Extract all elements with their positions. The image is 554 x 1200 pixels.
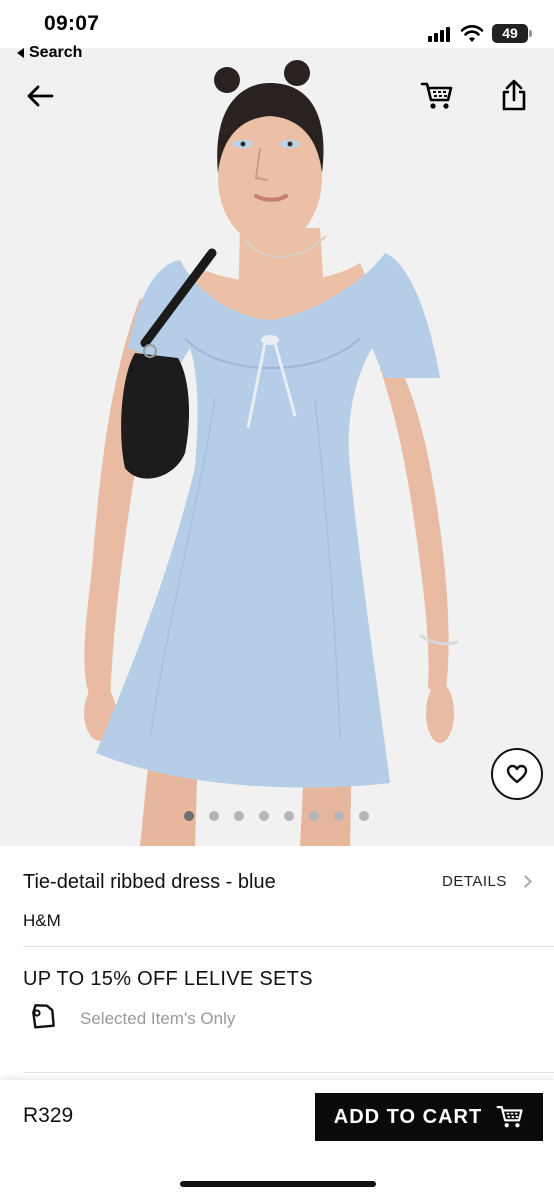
back-triangle-icon bbox=[17, 48, 24, 58]
add-to-cart-button[interactable]: ADD TO CART bbox=[315, 1093, 543, 1141]
product-price: R329 bbox=[23, 1104, 74, 1127]
carousel-dot[interactable] bbox=[184, 811, 194, 821]
share-button[interactable] bbox=[494, 74, 534, 116]
carousel-dot[interactable] bbox=[309, 811, 319, 821]
back-button[interactable] bbox=[20, 76, 60, 116]
product-image-carousel[interactable] bbox=[0, 48, 554, 846]
share-icon bbox=[502, 79, 526, 111]
back-app-label: Search bbox=[29, 44, 83, 61]
carousel-dot[interactable] bbox=[259, 811, 269, 821]
battery-indicator: 49 bbox=[492, 24, 532, 43]
carousel-dot[interactable] bbox=[334, 811, 344, 821]
details-label: DETAILS bbox=[442, 873, 507, 890]
price-tag-icon bbox=[32, 1004, 55, 1029]
home-indicator[interactable] bbox=[180, 1181, 376, 1187]
carousel-dot[interactable] bbox=[284, 811, 294, 821]
cart-icon bbox=[420, 82, 453, 109]
cellular-signal-icon bbox=[428, 26, 450, 42]
heart-icon bbox=[506, 764, 528, 784]
divider bbox=[23, 946, 554, 947]
status-time: 09:07 bbox=[44, 12, 100, 35]
promo-title: UP TO 15% OFF LELIVE SETS bbox=[23, 968, 313, 990]
chevron-right-icon bbox=[519, 875, 532, 888]
carousel-dot[interactable] bbox=[209, 811, 219, 821]
promo-subtitle: Selected Item's Only bbox=[80, 1009, 236, 1028]
divider bbox=[23, 1072, 554, 1073]
cart-button[interactable] bbox=[416, 76, 458, 116]
back-to-search-link[interactable]: Search bbox=[17, 44, 82, 62]
carousel-dots bbox=[184, 811, 369, 821]
product-photo bbox=[0, 48, 554, 846]
carousel-dot[interactable] bbox=[234, 811, 244, 821]
carousel-dot[interactable] bbox=[359, 811, 369, 821]
details-link[interactable]: DETAILS bbox=[442, 873, 532, 890]
status-bar: 09:07 49 bbox=[0, 0, 554, 48]
product-brand[interactable]: H&M bbox=[23, 911, 61, 931]
product-title: Tie-detail ribbed dress - blue bbox=[23, 871, 276, 893]
back-arrow-icon bbox=[27, 85, 54, 107]
wifi-icon bbox=[460, 25, 484, 42]
favorite-button[interactable] bbox=[491, 748, 543, 800]
cart-icon bbox=[496, 1106, 523, 1128]
add-to-cart-label: ADD TO CART bbox=[333, 1105, 483, 1128]
purchase-bar: R329 ADD TO CART bbox=[0, 1080, 554, 1200]
